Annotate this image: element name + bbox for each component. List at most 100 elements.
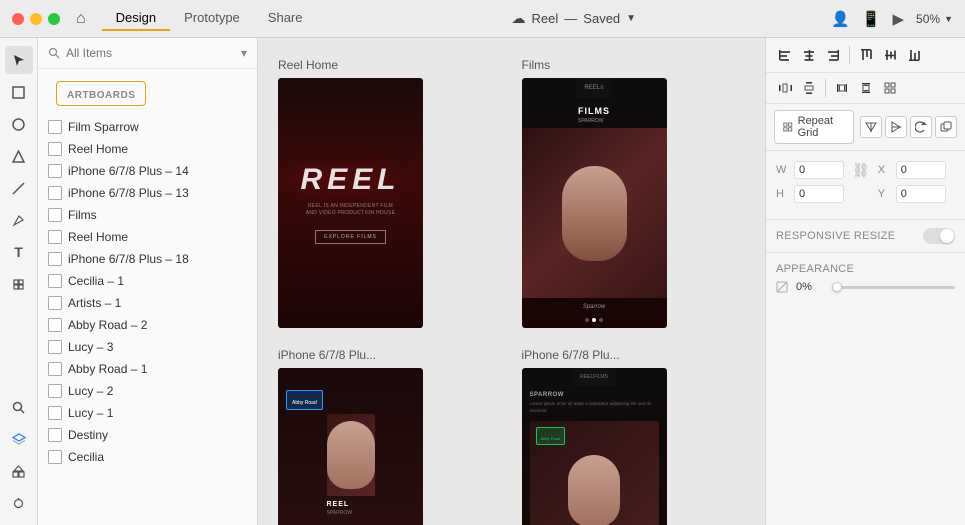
align-bottom-btn[interactable] xyxy=(903,44,925,66)
pad-v-btn[interactable] xyxy=(855,77,877,99)
chevron-down-icon[interactable]: ▼ xyxy=(626,13,636,24)
tab-design[interactable]: Design xyxy=(102,6,170,31)
iphone13-portrait: Abby Road xyxy=(530,421,659,525)
divider xyxy=(849,46,850,64)
main: T ▾ ARTBOARDS xyxy=(0,38,965,525)
search-tool[interactable] xyxy=(5,393,33,421)
align-right-btn[interactable] xyxy=(822,44,844,66)
assets-tool[interactable] xyxy=(5,457,33,485)
zoom-control[interactable]: 50% ▼ xyxy=(916,12,953,26)
flip-v-btn[interactable] xyxy=(885,116,907,138)
device-icon[interactable]: 📱 xyxy=(862,10,881,28)
rotate-btn[interactable] xyxy=(910,116,932,138)
distribute-h-btn[interactable] xyxy=(774,77,796,99)
x-input[interactable] xyxy=(896,161,946,179)
list-item[interactable]: Film Sparrow xyxy=(38,116,257,138)
close-button[interactable] xyxy=(12,13,24,25)
list-item[interactable]: Lucy – 1 xyxy=(38,402,257,424)
iphone14-body: SPARROW xyxy=(327,510,375,518)
plugins-tool[interactable] xyxy=(5,489,33,517)
repeat-grid-button[interactable]: Repeat Grid xyxy=(774,110,854,144)
iphone14-selection-badge: Abby Road xyxy=(286,390,323,410)
distribute-v-btn[interactable] xyxy=(798,77,820,99)
artboard-icon xyxy=(48,428,62,442)
canvas[interactable]: Reel Home REEL REEL IS AN INDEPENDENT FI… xyxy=(258,38,765,525)
films-status-bar: REEL xyxy=(584,85,600,91)
responsive-resize-label: RESPONSIVE RESIZE xyxy=(776,230,895,242)
list-item[interactable]: Abby Road – 2 xyxy=(38,314,257,336)
search-input[interactable] xyxy=(66,46,235,60)
pad-h-btn[interactable] xyxy=(831,77,853,99)
item-label: Lucy – 1 xyxy=(68,406,113,420)
list-item[interactable]: iPhone 6/7/8 Plus – 13 xyxy=(38,182,257,204)
save-status: Saved xyxy=(583,11,620,26)
iphone13-status-right: FILMS xyxy=(593,374,608,380)
user-icon[interactable]: 👤 xyxy=(831,10,850,28)
pen-tool[interactable] xyxy=(5,206,33,234)
search-chevron-icon[interactable]: ▾ xyxy=(241,46,247,60)
dot xyxy=(599,318,603,322)
dot xyxy=(585,318,589,322)
align-center-btn[interactable] xyxy=(798,44,820,66)
list-item[interactable]: Cecilia xyxy=(38,446,257,468)
iphone13-sparrow-title: SPARROW xyxy=(530,392,659,398)
select-tool[interactable] xyxy=(5,46,33,74)
sidebar: ▾ ARTBOARDS Film Sparrow Reel Home iPhon… xyxy=(38,38,258,525)
home-icon[interactable]: ⌂ xyxy=(76,10,86,28)
width-label: W xyxy=(776,164,790,176)
mask-btn[interactable] xyxy=(935,116,957,138)
tab-prototype[interactable]: Prototype xyxy=(170,6,254,31)
explore-btn[interactable]: EXPLORE FILMS xyxy=(315,230,386,244)
artboard-icon xyxy=(48,186,62,200)
line-tool[interactable] xyxy=(5,174,33,202)
list-item[interactable]: iPhone 6/7/8 Plus – 18 xyxy=(38,248,257,270)
list-item[interactable]: Films xyxy=(38,204,257,226)
minimize-button[interactable] xyxy=(30,13,42,25)
responsive-resize-toggle[interactable] xyxy=(923,228,955,244)
transform-actions xyxy=(860,116,957,138)
artboard-icon xyxy=(48,142,62,156)
list-item[interactable]: iPhone 6/7/8 Plus – 14 xyxy=(38,160,257,182)
tidy-btn[interactable] xyxy=(879,77,901,99)
triangle-tool[interactable] xyxy=(5,142,33,170)
responsive-resize-section: RESPONSIVE RESIZE xyxy=(766,220,965,253)
artboard-iphone13[interactable]: REEL FILMS SPARROW Lorem ipsum dolor sit… xyxy=(522,368,667,525)
item-label: Film Sparrow xyxy=(68,120,139,134)
align-top-btn[interactable] xyxy=(855,44,877,66)
ellipse-tool[interactable] xyxy=(5,110,33,138)
y-input[interactable] xyxy=(896,185,946,203)
iphone14-face xyxy=(327,421,375,489)
align-left-btn[interactable] xyxy=(774,44,796,66)
height-input[interactable] xyxy=(794,185,844,203)
artboard-icon xyxy=(48,384,62,398)
layers-tool[interactable] xyxy=(5,425,33,453)
align-middle-btn[interactable] xyxy=(879,44,901,66)
artboard-reel-home[interactable]: REEL REEL IS AN INDEPENDENT FILMAND VIDE… xyxy=(278,78,423,328)
play-icon[interactable]: ▶ xyxy=(893,10,905,28)
distribute-toolbar xyxy=(766,73,965,104)
list-item[interactable]: Lucy – 2 xyxy=(38,380,257,402)
list-item[interactable]: Artists – 1 xyxy=(38,292,257,314)
text-tool[interactable]: T xyxy=(5,238,33,266)
width-input[interactable] xyxy=(794,161,844,179)
rectangle-tool[interactable] xyxy=(5,78,33,106)
pagination-dots xyxy=(583,318,605,322)
list-item[interactable]: Destiny xyxy=(38,424,257,446)
portrait-figure xyxy=(562,166,627,261)
list-item[interactable]: Abby Road – 1 xyxy=(38,358,257,380)
tab-share[interactable]: Share xyxy=(254,6,317,31)
list-item[interactable]: Cecilia – 1 xyxy=(38,270,257,292)
list-item[interactable]: Reel Home xyxy=(38,138,257,160)
opacity-slider[interactable] xyxy=(832,286,955,289)
artboard-films[interactable]: REEL ≡ FILMS SPARROW Sparrow xyxy=(522,78,667,328)
list-item[interactable]: Reel Home xyxy=(38,226,257,248)
flip-h-btn[interactable] xyxy=(860,116,882,138)
list-item[interactable]: Lucy – 3 xyxy=(38,336,257,358)
x-field: X xyxy=(878,161,946,179)
link-icon[interactable]: ⛓ xyxy=(852,162,870,179)
fullscreen-button[interactable] xyxy=(48,13,60,25)
artboard-iphone14[interactable]: Abby Road REEL SPARROW EXPLORE FILMS xyxy=(278,368,423,525)
y-field: Y xyxy=(878,185,946,203)
item-label: iPhone 6/7/8 Plus – 13 xyxy=(68,186,189,200)
component-tool[interactable] xyxy=(5,270,33,298)
